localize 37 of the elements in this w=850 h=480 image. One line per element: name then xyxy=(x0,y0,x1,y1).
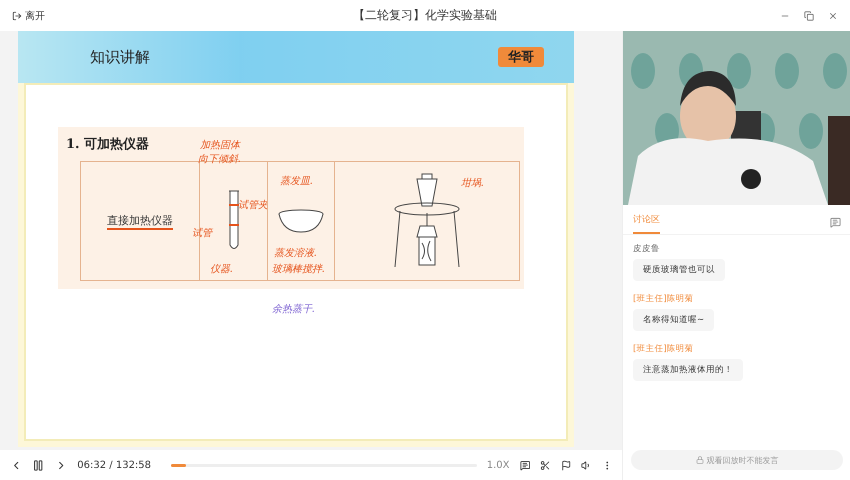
handwritten-note: 试管夹 xyxy=(238,198,268,212)
restore-icon[interactable] xyxy=(804,10,814,20)
handwritten-note: 加热固体 xyxy=(200,138,240,152)
message-author: [班主任]陈明菊 xyxy=(633,293,694,305)
handwritten-note: 蒸发皿. xyxy=(280,174,314,188)
flag-icon[interactable] xyxy=(560,460,571,470)
volume-icon[interactable] xyxy=(581,460,592,470)
scissors-icon[interactable] xyxy=(540,460,550,470)
pause-icon[interactable] xyxy=(32,458,45,472)
chat-input[interactable]: 观看回放时不能发言 xyxy=(631,450,843,470)
leave-button[interactable]: 离开 xyxy=(12,8,45,22)
chat-tab[interactable]: 讨论区 xyxy=(633,211,660,234)
speed-button[interactable]: 1.0X xyxy=(486,460,510,470)
lock-icon xyxy=(696,456,704,464)
input-placeholder: 观看回放时不能发言 xyxy=(706,454,778,466)
test-tube-drawing xyxy=(228,190,240,252)
evaporating-dish-drawing xyxy=(278,209,324,233)
message-bubble: 硬质玻璃管也可以 xyxy=(633,259,725,281)
row-label: 直接加热仪器 xyxy=(107,212,173,230)
window-title: 【二轮复习】化学实验基础 xyxy=(353,7,497,24)
handwritten-note: 仪器. xyxy=(210,263,234,276)
handwritten-note: 坩埚. xyxy=(461,176,484,190)
message-author: [班主任]陈明菊 xyxy=(633,343,694,355)
message-bubble: 名称得知道喔~ xyxy=(633,309,714,331)
handwritten-note: 余热蒸干. xyxy=(272,302,316,316)
section-heading: 1. 可加热仪器 xyxy=(66,136,150,153)
handwritten-note: 试管 xyxy=(192,226,212,240)
close-icon[interactable] xyxy=(828,10,838,20)
teacher-badge: 华哥 xyxy=(498,47,544,67)
handwritten-note: 蒸发溶液. xyxy=(274,246,318,260)
message-bubble: 注意蒸加热液体用的！ xyxy=(633,359,743,381)
handwritten-note: 向下倾斜. xyxy=(198,152,242,166)
message-author: 皮皮鲁 xyxy=(633,243,660,255)
slide-header-title: 知识讲解 xyxy=(90,48,150,66)
exit-icon xyxy=(12,10,22,20)
playback-time: 06:32 / 132:58 xyxy=(77,460,152,470)
handwritten-note: 玻璃棒搅拌. xyxy=(272,262,326,276)
